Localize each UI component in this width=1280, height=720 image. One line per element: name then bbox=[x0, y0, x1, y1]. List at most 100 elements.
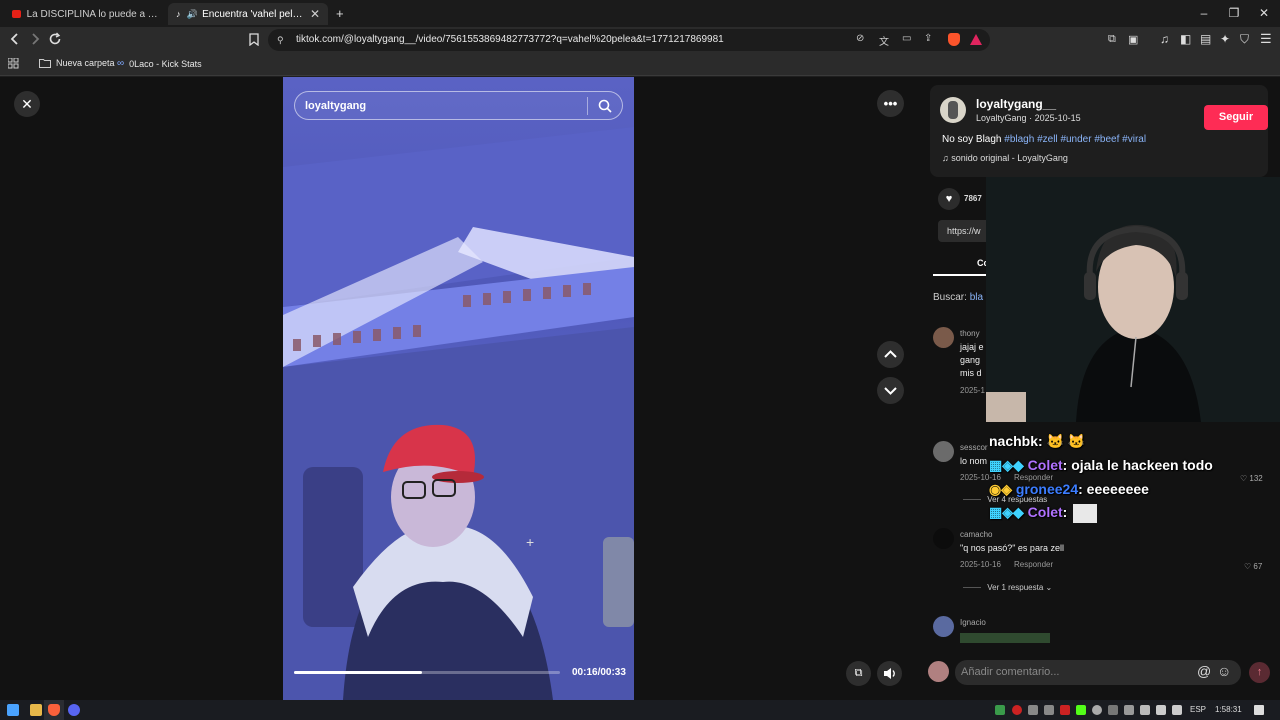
tray-icon[interactable] bbox=[1140, 705, 1150, 715]
language-indicator[interactable]: ESP bbox=[1190, 705, 1206, 714]
music-row[interactable]: ♫ sonido original - LoyaltyGang bbox=[942, 153, 1068, 163]
tab-youtube[interactable]: La DISCIPLINA lo puede a TODO - El bbox=[4, 3, 166, 25]
bookmark-folder[interactable]: Nueva carpeta bbox=[39, 58, 115, 68]
tray-icon[interactable] bbox=[1028, 705, 1038, 715]
video-search-bar[interactable]: loyaltygang bbox=[294, 91, 623, 120]
post-username[interactable]: loyaltygang__ bbox=[976, 97, 1056, 111]
comment-like[interactable]: ♡ 132 bbox=[1240, 474, 1263, 483]
extensions-icon[interactable]: ⧉ bbox=[1108, 33, 1116, 46]
tray-icon[interactable] bbox=[1092, 705, 1102, 715]
heart-icon: ♡ bbox=[1244, 562, 1254, 571]
network-icon[interactable] bbox=[1156, 705, 1166, 715]
chat-text: : bbox=[1062, 504, 1072, 521]
wallet-icon[interactable]: ▤ bbox=[1200, 32, 1211, 46]
comment-input[interactable]: Añadir comentario... @ ☺ bbox=[955, 660, 1241, 685]
volume-button[interactable] bbox=[877, 661, 902, 686]
next-video-button[interactable] bbox=[877, 377, 904, 404]
progress-track[interactable] bbox=[294, 671, 560, 674]
video-player[interactable]: loyaltygang 00:16/00:33 bbox=[283, 77, 634, 700]
rewards-icon[interactable] bbox=[970, 34, 982, 45]
close-window-icon[interactable]: ✕ bbox=[1257, 6, 1271, 20]
tab-title: Encuentra 'vahel pelea' en Tik bbox=[202, 8, 304, 20]
windows-start-icon[interactable] bbox=[7, 704, 19, 716]
sidebar-icon[interactable]: ◧ bbox=[1180, 32, 1191, 46]
back-icon[interactable] bbox=[9, 32, 21, 46]
share-icon[interactable]: ⇪ bbox=[924, 33, 932, 44]
new-tab-button[interactable]: + bbox=[336, 6, 344, 21]
menu-icon[interactable]: ☰ bbox=[1260, 31, 1272, 47]
comment-like[interactable]: ♡ 67 bbox=[1244, 562, 1262, 571]
comment-text: "q nos pasó?" es para zell bbox=[960, 543, 1064, 553]
tray-icon[interactable] bbox=[1076, 705, 1086, 715]
send-comment-button[interactable]: ↑ bbox=[1249, 662, 1270, 683]
hashtag-link[interactable]: #beef bbox=[1094, 134, 1119, 145]
clock[interactable]: 1:58:31 bbox=[1215, 705, 1242, 714]
bookmark-icon[interactable] bbox=[249, 33, 259, 46]
comment-avatar[interactable] bbox=[933, 441, 954, 462]
cast-icon[interactable]: ▭ bbox=[902, 33, 911, 44]
comment-avatar[interactable] bbox=[933, 327, 954, 348]
leo-ai-icon[interactable]: ✦ bbox=[1220, 32, 1230, 46]
hashtag-link[interactable]: #blagh bbox=[1004, 134, 1034, 145]
pip-button[interactable]: ⧉ bbox=[846, 661, 871, 686]
post-subline: LoyaltyGang · 2025-10-15 bbox=[976, 113, 1081, 123]
more-options-button[interactable]: ••• bbox=[877, 90, 904, 117]
tray-icon[interactable] bbox=[1060, 705, 1070, 715]
reader-icon[interactable]: ▣ bbox=[1128, 33, 1138, 46]
comment-user[interactable]: thony bbox=[960, 329, 980, 338]
comment-user[interactable]: camacho bbox=[960, 530, 992, 539]
comment-user[interactable]: sesscor bbox=[960, 443, 988, 452]
reply-button[interactable]: Responder bbox=[1014, 560, 1053, 569]
comment-avatar[interactable] bbox=[933, 616, 954, 637]
no-tracking-icon[interactable]: ⊘ bbox=[856, 33, 864, 44]
minimize-icon[interactable]: – bbox=[1197, 6, 1211, 20]
discord-icon[interactable] bbox=[68, 704, 80, 716]
media-icon[interactable]: ♫ bbox=[1160, 32, 1169, 46]
bookmark-kick-stats[interactable]: ∞ 0Laco - Kick Stats bbox=[117, 58, 202, 69]
tray-icon[interactable] bbox=[1124, 705, 1134, 715]
vpn-icon[interactable]: ⛉ bbox=[1240, 32, 1249, 47]
tab-tiktok[interactable]: ♪ 🔊 Encuentra 'vahel pelea' en Tik ✕ bbox=[168, 3, 328, 25]
address-bar[interactable]: ⚲ tiktok.com/@loyaltygang__/video/756155… bbox=[268, 29, 990, 51]
tray-icon[interactable] bbox=[1012, 705, 1022, 715]
related-search[interactable]: Buscar: bla bbox=[933, 292, 983, 303]
hashtag-link[interactable]: #under bbox=[1060, 134, 1091, 145]
reload-icon[interactable] bbox=[48, 32, 62, 46]
speaker-icon[interactable]: 🔊 bbox=[187, 9, 198, 20]
restore-icon[interactable]: ❐ bbox=[1227, 6, 1241, 20]
chat-message: ▦◈◆ Colet: bbox=[989, 504, 1098, 523]
search-icon[interactable] bbox=[598, 99, 612, 113]
close-video-button[interactable]: ✕ bbox=[14, 91, 40, 117]
related-search-label: Buscar: bbox=[933, 292, 967, 303]
like-button[interactable]: ♥ bbox=[938, 188, 960, 210]
avatar[interactable] bbox=[940, 97, 966, 123]
notifications-icon[interactable] bbox=[1254, 705, 1264, 715]
translate-icon[interactable]: 文 bbox=[879, 33, 889, 48]
hashtag-link[interactable]: #viral bbox=[1122, 134, 1146, 145]
bookmark-label: Nueva carpeta bbox=[56, 58, 115, 68]
forward-icon[interactable] bbox=[29, 32, 41, 46]
tray-icon[interactable] bbox=[995, 705, 1005, 715]
brave-shield-icon[interactable] bbox=[948, 33, 960, 46]
hashtag-link[interactable]: #zell bbox=[1037, 134, 1058, 145]
file-explorer-icon[interactable] bbox=[30, 704, 42, 716]
chevron-up-icon bbox=[884, 350, 897, 358]
tray-icon[interactable] bbox=[1044, 705, 1054, 715]
previous-video-button[interactable] bbox=[877, 341, 904, 368]
close-tab-icon[interactable]: ✕ bbox=[310, 7, 320, 21]
my-avatar[interactable] bbox=[928, 661, 949, 682]
mention-icon[interactable]: @ bbox=[1197, 663, 1211, 679]
volume-tray-icon[interactable] bbox=[1172, 705, 1182, 715]
comment-user[interactable]: Ignacio bbox=[960, 618, 986, 627]
site-settings-icon[interactable]: ⚲ bbox=[277, 35, 284, 46]
comment-avatar[interactable] bbox=[933, 528, 954, 549]
video-frame bbox=[283, 127, 634, 700]
tray-icon[interactable] bbox=[1108, 705, 1118, 715]
view-replies[interactable]: Ver 1 respuesta ⌄ bbox=[963, 583, 1052, 592]
emoji-icon[interactable]: ☺ bbox=[1217, 663, 1231, 679]
chat-text: : bbox=[1038, 433, 1047, 449]
apps-grid-icon[interactable] bbox=[8, 58, 19, 69]
comment-image[interactable] bbox=[960, 633, 1050, 643]
follow-button[interactable]: Seguir bbox=[1204, 105, 1268, 130]
search-input[interactable]: loyaltygang bbox=[305, 100, 366, 112]
